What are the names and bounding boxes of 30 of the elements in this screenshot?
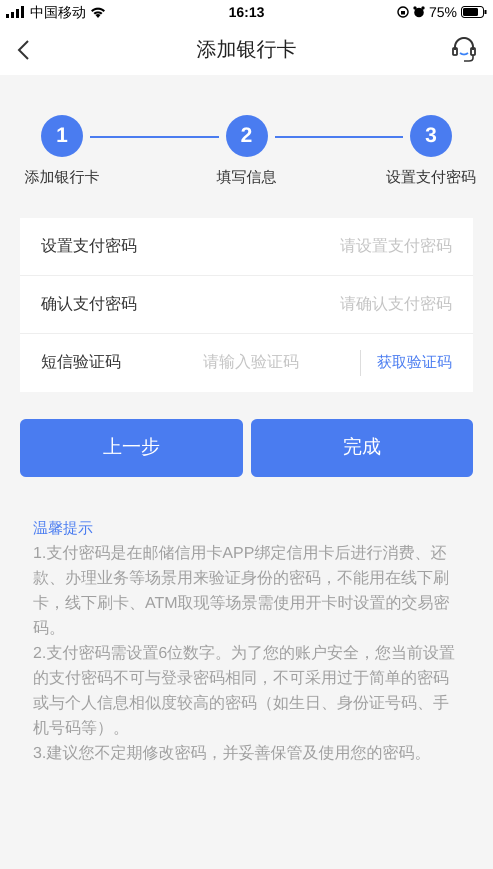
action-button[interactable]: 上一步 [20, 419, 242, 477]
tips-heading: 温馨提示 [33, 519, 94, 539]
headset-icon[interactable] [451, 36, 477, 64]
wifi-icon [90, 6, 106, 18]
step-label: 添加银行卡 [24, 168, 100, 188]
step-label: 填写信息 [216, 168, 276, 188]
battery-icon [461, 6, 487, 18]
step-number: 3 [410, 115, 452, 157]
rotation-lock-icon [396, 6, 409, 18]
step-number: 1 [41, 115, 83, 157]
clock-time: 16:13 [228, 2, 266, 22]
tip-paragraph: 3.建议您不定期修改密码，并妥善保管及使用您的密码。 [33, 743, 432, 764]
page-title: 添加银行卡 [196, 38, 298, 62]
tip-paragraph: 2.支付密码需设置6位数字。为了您的账户安全，您当前设置的支付密码不可与登录密码相同，不可采用过于简单的密码或与个人信息相似度较高的密码（如生日、身份证号码、手机号码等）。 [33, 644, 456, 739]
carrier-name: 中国移动 [30, 2, 86, 22]
battery-percent: 75% [428, 2, 457, 22]
tip-paragraph: 1.支付密码是在邮储信用卡APP绑定信用卡后进行消费、还款、办理业务等场景用来验证身份的密码，不能用在线下刷卡，线下刷卡、ATM取现等场景需使用开卡时设置的交易密码。 [33, 544, 451, 639]
field-label: 短信验证码 [41, 353, 122, 373]
action-button[interactable]: 完成 [250, 419, 473, 477]
input-field[interactable]: 请确认支付密码 [181, 292, 452, 316]
back-icon[interactable] [16, 38, 30, 60]
field-label: 确认支付密码 [41, 294, 138, 314]
get-code-link[interactable]: 获取验证码 [377, 352, 452, 374]
input-field[interactable]: 请设置支付密码 [181, 234, 452, 258]
field-label: 设置支付密码 [41, 236, 138, 256]
alarm-icon [412, 6, 425, 18]
signal-icon [6, 6, 26, 18]
input-field[interactable]: 请输入验证码 [181, 351, 344, 375]
step-number: 2 [226, 115, 268, 157]
step-label: 设置支付密码 [386, 168, 476, 188]
